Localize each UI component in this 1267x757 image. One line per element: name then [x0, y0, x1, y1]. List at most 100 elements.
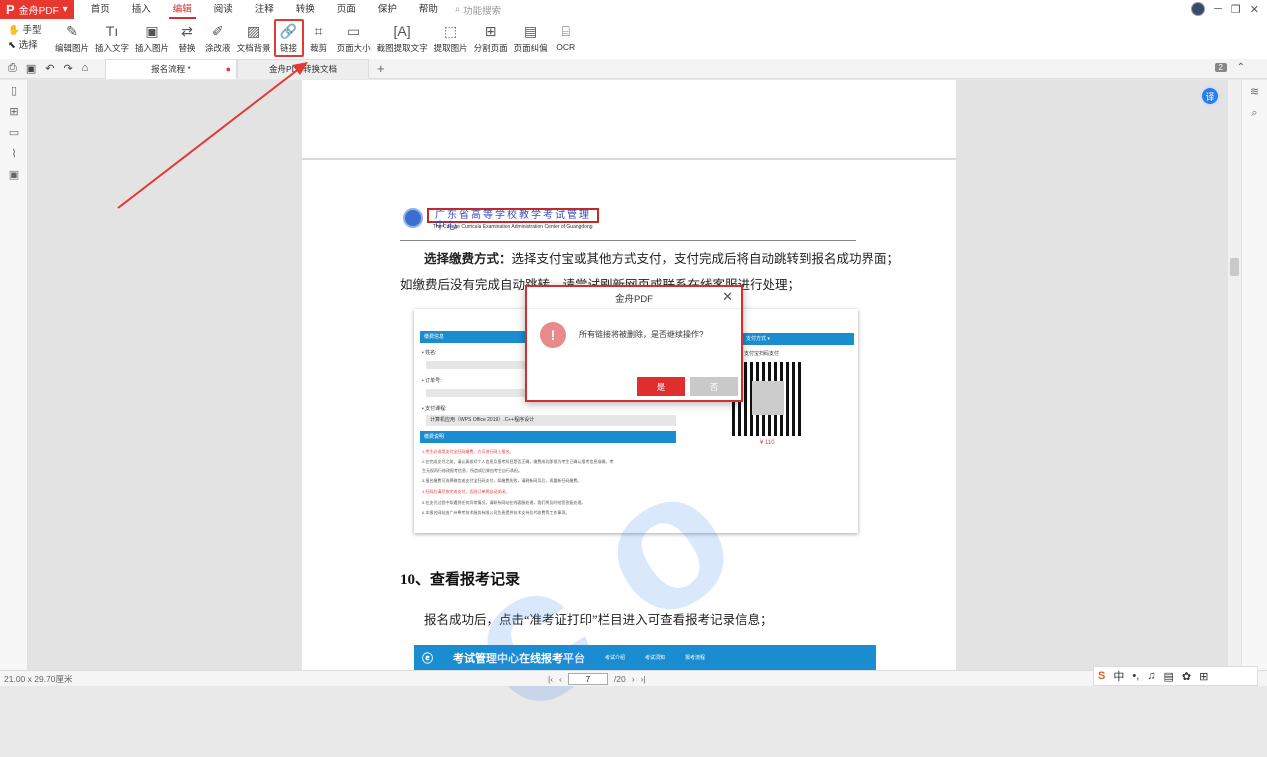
- crop-button[interactable]: ⌗ 裁剪: [304, 19, 334, 57]
- bookmark-icon[interactable]: ▯: [0, 80, 28, 101]
- deskew-icon: ▤: [524, 22, 538, 39]
- print-icon[interactable]: ⎙: [8, 62, 17, 75]
- ime-logo-icon[interactable]: S: [1098, 670, 1105, 682]
- search-icon[interactable]: ⌕: [1242, 102, 1267, 124]
- edit-image-button[interactable]: ✎ 编辑图片: [52, 19, 92, 57]
- image-panel-icon[interactable]: ▣: [0, 164, 28, 185]
- skin-icon[interactable]: ✿: [1182, 670, 1191, 683]
- page-dimensions: 21.00 x 29.70厘米: [4, 674, 73, 684]
- logo-title: 广东省高等学校教学考试管理中心: [427, 208, 599, 232]
- undo-icon[interactable]: ↶: [45, 62, 54, 75]
- floating-translate-icon[interactable]: 译: [1200, 86, 1220, 106]
- ocr-label: OCR: [556, 42, 576, 52]
- hand-tool[interactable]: ✋ 手型: [8, 23, 52, 38]
- search-icon: ⌕: [454, 4, 461, 15]
- menu-home[interactable]: 首页: [80, 0, 121, 19]
- menu-help[interactable]: 帮助: [408, 0, 449, 19]
- document-background-button[interactable]: ▨ 文档背景: [234, 19, 274, 57]
- document-tab-bar: ⎙ ▣ ↶ ↷ ⌂ 报名流程 * ● 金舟PDF转换文档 + 2 ⌃: [0, 58, 1267, 79]
- ocr-button[interactable]: ⌸ OCR: [551, 19, 581, 57]
- edit-image-label: 编辑图片: [55, 43, 90, 53]
- insert-text-button[interactable]: Tı 插入文字: [92, 19, 132, 57]
- confirm-no-button[interactable]: 否: [690, 377, 738, 396]
- save-icon[interactable]: ▣: [26, 62, 36, 75]
- replace-button[interactable]: ⇄ 替换: [172, 19, 202, 57]
- menu-insert[interactable]: 插入: [121, 0, 162, 19]
- add-tab-icon[interactable]: +: [377, 61, 385, 76]
- correction-fluid-button[interactable]: ✐ 涂改液: [202, 19, 234, 57]
- feature-search[interactable]: ⌕ 功能搜索: [455, 3, 501, 17]
- platform-nav-item: 考试须知: [645, 655, 666, 661]
- payment-notes-bar: 缴费说明: [420, 431, 676, 443]
- attachment-icon[interactable]: ⌇: [0, 143, 28, 164]
- thumbnail-icon[interactable]: ⊞: [0, 101, 28, 122]
- link-button[interactable]: 🔗 链接: [273, 19, 304, 57]
- page-size-button[interactable]: ▭ 页面大小: [334, 19, 374, 57]
- grid-icon[interactable]: ⊞: [1199, 670, 1208, 683]
- last-page-icon[interactable]: ›|: [641, 674, 646, 684]
- page-size-icon: ▭: [346, 22, 361, 39]
- link-icon: 🔗: [279, 22, 298, 39]
- menu-read[interactable]: 阅读: [203, 0, 244, 19]
- ime-language[interactable]: 中: [1113, 668, 1124, 684]
- document-background-label: 文档背景: [236, 43, 271, 53]
- tab-inactive-document[interactable]: 金舟PDF转换文档: [237, 58, 369, 79]
- payment-method-bar: 支付方式 ▾: [742, 333, 854, 345]
- tab-active-document[interactable]: 报名流程 * ●: [105, 58, 237, 79]
- redo-icon[interactable]: ↷: [63, 62, 72, 75]
- menu-annotate[interactable]: 注释: [244, 0, 285, 19]
- select-tool-label: 选择: [18, 40, 38, 51]
- platform-logo-icon: ⓔ: [422, 652, 433, 665]
- next-page-icon[interactable]: ›: [632, 674, 635, 684]
- dialog-close-icon[interactable]: ✕: [722, 289, 733, 305]
- vertical-scrollbar[interactable]: [1228, 80, 1241, 670]
- menu-convert[interactable]: 转换: [285, 0, 326, 19]
- avatar[interactable]: [1191, 2, 1206, 16]
- course-label: • 支付课程:: [422, 406, 447, 412]
- current-page-input[interactable]: 7: [567, 672, 608, 685]
- menu-page[interactable]: 页面: [326, 0, 367, 19]
- payment-text: 选择支付宝或其他方式支付，支付完成后将自动跳转到报名成功界面；: [511, 252, 900, 266]
- embedded-platform-banner: ⓔ 考试管理中心在线报考平台 考试介绍 考试须知 报考流程: [414, 645, 876, 670]
- menu-protect[interactable]: 保护: [367, 0, 408, 19]
- split-page-button[interactable]: ⊞ 分割页面: [471, 19, 511, 57]
- settings-sliders-icon[interactable]: ≋: [1242, 80, 1267, 102]
- eraser-icon: ✐: [211, 22, 224, 39]
- background-icon: ▨: [246, 22, 261, 39]
- scrollbar-thumb[interactable]: [1230, 258, 1239, 276]
- confirm-yes-button[interactable]: 是: [637, 377, 685, 396]
- insert-image-button[interactable]: ▣ 插入图片: [132, 19, 172, 57]
- edit-toolbar: ✋ 手型 ⬉ 选择 ✎ 编辑图片 Tı 插入文字 ▣ 插入图片 ⇄ 替换 ✐ 涂改液 ▨ 文…: [0, 19, 1267, 59]
- main-menu: 首页 插入 编辑 阅读 注释 转换 页面 保护 帮助: [80, 0, 449, 19]
- platform-title: 考试管理中心在线报考平台: [453, 652, 585, 665]
- chevron-down-icon: ▾: [62, 4, 68, 15]
- order-label: • 订单号:: [422, 378, 442, 384]
- app-brand[interactable]: P 金舟PDF ▾: [0, 0, 74, 19]
- crop-label: 裁剪: [310, 43, 328, 53]
- page-divider: [302, 158, 956, 160]
- price-label: ¥ 110: [760, 440, 775, 446]
- screenshot-ocr-text-label: 截图提取文字: [376, 43, 428, 53]
- extract-image-button[interactable]: ⬚ 提取图片: [431, 19, 471, 57]
- comment-icon[interactable]: ▭: [0, 122, 28, 143]
- close-icon[interactable]: ✕: [1250, 3, 1259, 16]
- ocr-icon: ⌸: [561, 22, 570, 39]
- insert-image-label: 插入图片: [135, 43, 170, 53]
- chevron-up-icon[interactable]: ⌃: [1237, 62, 1245, 73]
- payment-label: 选择缴费方式：: [424, 252, 512, 266]
- keyboard-icon[interactable]: ▤: [1164, 670, 1174, 683]
- select-tool[interactable]: ⬉ 选择: [8, 38, 52, 53]
- screenshot-ocr-text-button[interactable]: [A] 截图提取文字: [374, 19, 431, 57]
- first-page-icon[interactable]: |‹: [548, 674, 553, 684]
- menu-edit[interactable]: 编辑: [162, 0, 203, 19]
- unsaved-dot-icon: ●: [225, 64, 231, 74]
- microphone-icon[interactable]: ♫: [1147, 670, 1155, 682]
- section-heading: 10、查看报考记录: [400, 572, 521, 588]
- tool-buttons: ✎ 编辑图片 Tı 插入文字 ▣ 插入图片 ⇄ 替换 ✐ 涂改液 ▨ 文档背景 🔗 链接 ⌗ 裁…: [52, 19, 581, 57]
- punctuation-icon[interactable]: •,: [1132, 670, 1139, 682]
- page-deskew-button[interactable]: ▤ 页面纠偏: [511, 19, 551, 57]
- minimize-icon[interactable]: ─: [1214, 3, 1222, 15]
- restore-icon[interactable]: ❐: [1231, 3, 1241, 16]
- home-icon[interactable]: ⌂: [82, 62, 89, 75]
- prev-page-icon[interactable]: ‹: [559, 674, 562, 684]
